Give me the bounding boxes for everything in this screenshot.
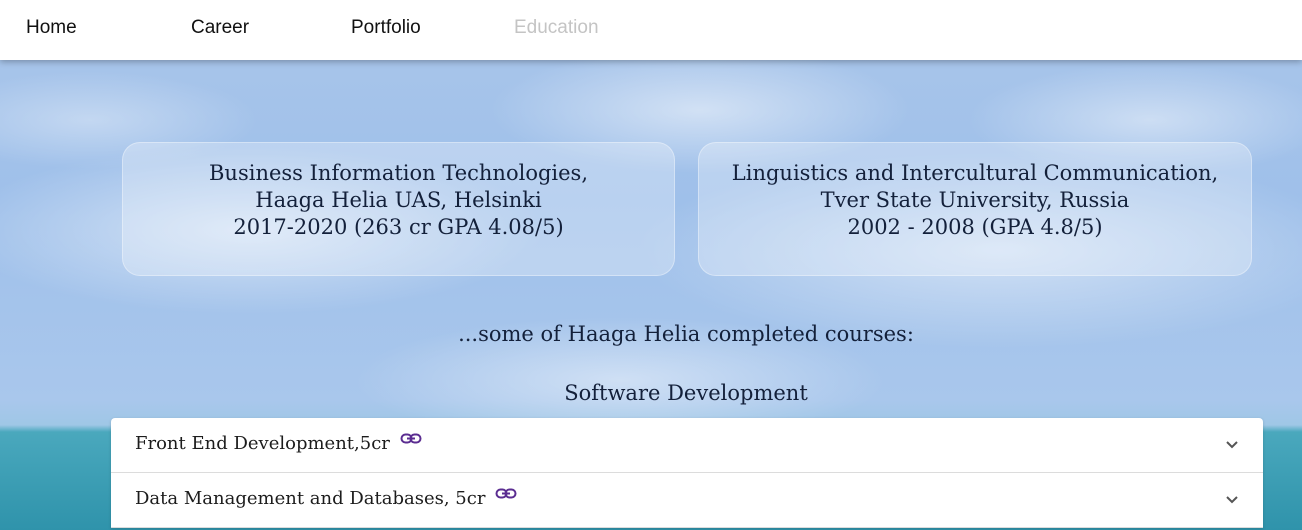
institution: Tver State University, Russia	[820, 188, 1130, 212]
education-card-haaga-helia: Business Information Technologies, Haaga…	[122, 142, 675, 276]
nav-education[interactable]: Education	[514, 17, 599, 39]
course-title: Data Management and Databases, 5cr	[135, 488, 486, 509]
accordion-item[interactable]: Data Management and Databases, 5cr	[111, 473, 1263, 528]
chevron-down-icon[interactable]	[1225, 491, 1239, 510]
institution: Haaga Helia UAS, Helsinki	[255, 188, 542, 212]
nav-portfolio[interactable]: Portfolio	[351, 17, 421, 39]
degree-title: Linguistics and Intercultural Communicat…	[731, 161, 1219, 185]
courses-intro: ...some of Haaga Helia completed courses…	[458, 322, 914, 346]
top-navbar: Home Career Portfolio Education	[0, 0, 1302, 60]
nav-home[interactable]: Home	[26, 17, 77, 39]
course-title: Front End Development,5cr	[135, 433, 390, 454]
courses-accordion: Front End Development,5cr Data Managemen…	[111, 418, 1263, 528]
link-icon[interactable]	[400, 430, 422, 451]
nav-career[interactable]: Career	[191, 17, 249, 39]
chevron-down-icon[interactable]	[1225, 436, 1239, 455]
accordion-item[interactable]: Front End Development,5cr	[111, 418, 1263, 473]
degree-title: Business Information Technologies,	[209, 161, 588, 185]
link-icon[interactable]	[495, 485, 517, 506]
study-period: 2002 - 2008 (GPA 4.8/5)	[847, 215, 1103, 239]
education-card-tver: Linguistics and Intercultural Communicat…	[698, 142, 1252, 276]
section-title: Software Development	[564, 381, 808, 405]
study-period: 2017-2020 (263 cr GPA 4.08/5)	[233, 215, 564, 239]
